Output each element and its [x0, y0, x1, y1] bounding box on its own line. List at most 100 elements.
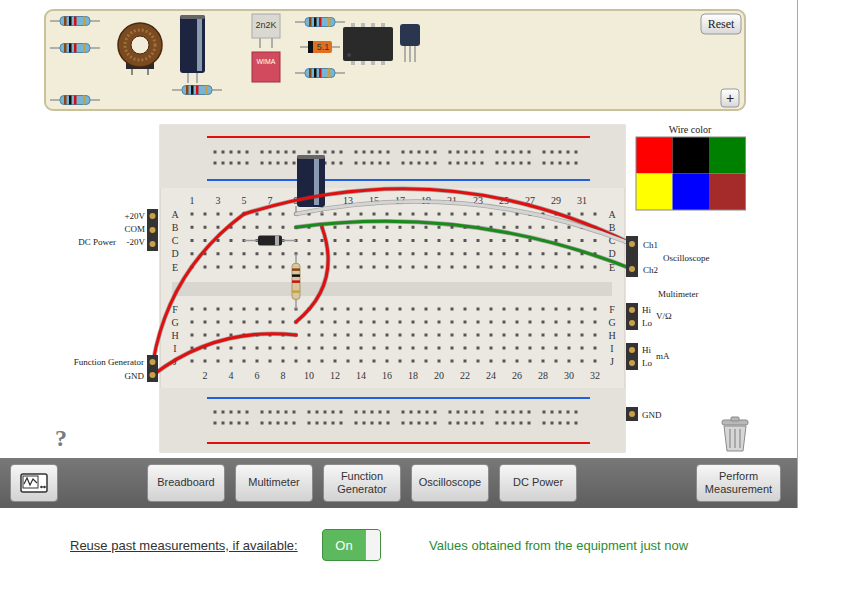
hole[interactable] — [191, 252, 194, 255]
rail-hole[interactable] — [285, 422, 288, 425]
hole[interactable] — [542, 308, 545, 311]
hole[interactable] — [399, 213, 402, 216]
hole[interactable] — [516, 266, 519, 269]
hole[interactable] — [503, 308, 506, 311]
hole[interactable] — [373, 321, 376, 324]
hole[interactable] — [308, 321, 311, 324]
hole[interactable] — [490, 347, 493, 350]
hole[interactable] — [529, 266, 532, 269]
hole[interactable] — [217, 360, 220, 363]
hole[interactable] — [529, 252, 532, 255]
dc-terminal[interactable] — [150, 227, 156, 233]
hole[interactable] — [555, 321, 558, 324]
rail-hole[interactable] — [316, 151, 319, 154]
instrument-view-button[interactable] — [10, 464, 58, 502]
hole[interactable] — [308, 252, 311, 255]
hole[interactable] — [477, 321, 480, 324]
tray-electrolytic[interactable] — [180, 15, 205, 83]
hole[interactable] — [594, 321, 597, 324]
hole[interactable] — [204, 308, 207, 311]
reuse-toggle[interactable]: On — [322, 529, 381, 561]
rail-hole[interactable] — [496, 411, 499, 414]
hole[interactable] — [542, 360, 545, 363]
fg-output-terminal[interactable] — [150, 359, 156, 365]
hole[interactable] — [503, 347, 506, 350]
hole[interactable] — [503, 226, 506, 229]
hole[interactable] — [503, 239, 506, 242]
hole[interactable] — [399, 308, 402, 311]
hole[interactable] — [399, 347, 402, 350]
hole[interactable] — [256, 308, 259, 311]
rail-hole[interactable] — [222, 162, 225, 165]
hole[interactable] — [438, 239, 441, 242]
hole[interactable] — [282, 252, 285, 255]
tray-resistor[interactable] — [50, 17, 100, 26]
hole[interactable] — [425, 239, 428, 242]
hole[interactable] — [386, 308, 389, 311]
hole[interactable] — [412, 213, 415, 216]
hole[interactable] — [568, 334, 571, 337]
hole[interactable] — [529, 226, 532, 229]
rail-hole[interactable] — [387, 151, 390, 154]
hole[interactable] — [230, 347, 233, 350]
hole[interactable] — [217, 252, 220, 255]
hole[interactable] — [243, 360, 246, 363]
hole[interactable] — [425, 334, 428, 337]
hole[interactable] — [516, 334, 519, 337]
hole[interactable] — [568, 347, 571, 350]
rail-hole[interactable] — [371, 411, 374, 414]
hole[interactable] — [217, 347, 220, 350]
hole[interactable] — [256, 252, 259, 255]
rail-hole[interactable] — [246, 162, 249, 165]
hole[interactable] — [243, 347, 246, 350]
rail-hole[interactable] — [285, 162, 288, 165]
tray-resistor[interactable] — [50, 96, 100, 105]
rail-hole[interactable] — [520, 151, 523, 154]
hole[interactable] — [386, 321, 389, 324]
hole[interactable] — [490, 321, 493, 324]
rail-hole[interactable] — [261, 422, 264, 425]
hole[interactable] — [503, 334, 506, 337]
hole[interactable] — [594, 360, 597, 363]
hole[interactable] — [490, 239, 493, 242]
rail-hole[interactable] — [426, 422, 429, 425]
hole[interactable] — [438, 347, 441, 350]
instrument-button[interactable]: Breadboard — [147, 464, 225, 502]
hole[interactable] — [529, 334, 532, 337]
hole[interactable] — [555, 334, 558, 337]
hole[interactable] — [581, 213, 584, 216]
hole[interactable] — [334, 308, 337, 311]
hole[interactable] — [399, 252, 402, 255]
rail-hole[interactable] — [528, 162, 531, 165]
dc-terminal[interactable] — [150, 241, 156, 247]
rail-hole[interactable] — [528, 411, 531, 414]
rail-hole[interactable] — [551, 162, 554, 165]
rail-hole[interactable] — [575, 162, 578, 165]
hole[interactable] — [451, 252, 454, 255]
rail-hole[interactable] — [449, 422, 452, 425]
hole[interactable] — [282, 266, 285, 269]
rail-hole[interactable] — [481, 151, 484, 154]
meter-lo-terminal[interactable] — [629, 360, 635, 366]
hole[interactable] — [386, 360, 389, 363]
hole[interactable] — [568, 321, 571, 324]
rail-hole[interactable] — [418, 422, 421, 425]
rail-hole[interactable] — [387, 162, 390, 165]
rail-hole[interactable] — [277, 162, 280, 165]
hole[interactable] — [438, 213, 441, 216]
hole[interactable] — [490, 360, 493, 363]
rail-hole[interactable] — [504, 162, 507, 165]
rail-hole[interactable] — [481, 411, 484, 414]
rail-hole[interactable] — [379, 422, 382, 425]
hole[interactable] — [295, 347, 298, 350]
rail-hole[interactable] — [308, 422, 311, 425]
hole[interactable] — [386, 347, 389, 350]
rail-hole[interactable] — [355, 422, 358, 425]
rail-hole[interactable] — [575, 422, 578, 425]
hole[interactable] — [191, 308, 194, 311]
rail-hole[interactable] — [332, 162, 335, 165]
hole[interactable] — [204, 226, 207, 229]
rail-hole[interactable] — [567, 422, 570, 425]
rail-hole[interactable] — [551, 411, 554, 414]
placed-resistor[interactable] — [292, 254, 300, 309]
